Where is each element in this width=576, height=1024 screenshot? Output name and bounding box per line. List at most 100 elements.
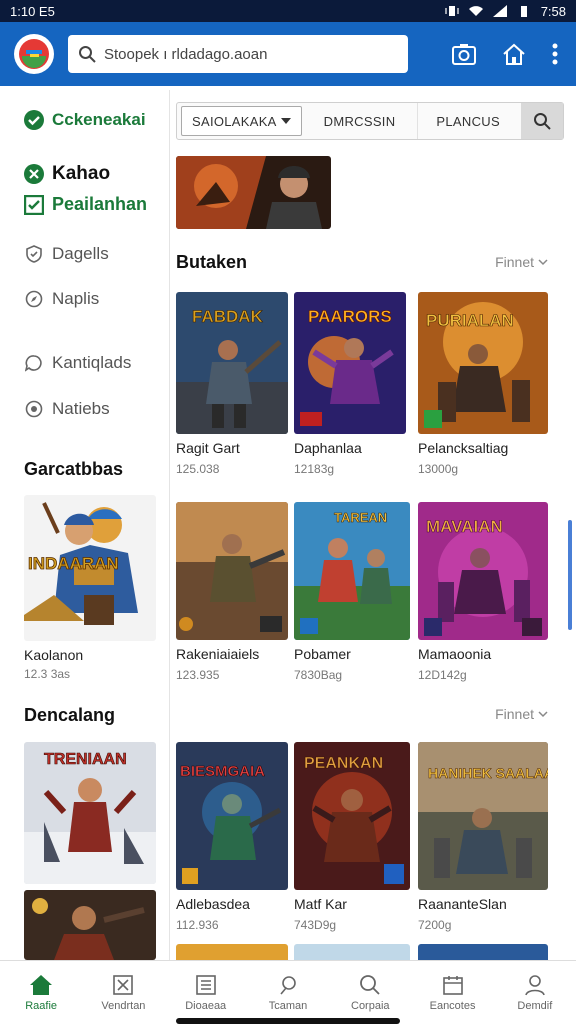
game-meta: 125.038 xyxy=(176,462,220,476)
game-card[interactable]: HANIHEK SAALAAN RaananteSlan 7200g xyxy=(418,742,548,932)
sidebar-game-card-2[interactable]: TRENIAAN xyxy=(24,742,156,884)
game-cover: INDAARAN xyxy=(24,495,156,641)
nav-tab-search[interactable]: Corpaia xyxy=(329,961,411,1024)
game-card[interactable]: PEANKAN Matf Kar 743D9g xyxy=(294,742,410,932)
sidebar-item-3[interactable]: Dagells xyxy=(24,244,109,264)
store-icon xyxy=(113,974,134,995)
game-meta: 13000g xyxy=(418,462,459,476)
game-art-title: FABDAK xyxy=(192,307,264,326)
nav-tab-home[interactable]: Raafie xyxy=(0,961,82,1024)
sidebar-item-label: Natiebs xyxy=(52,399,110,418)
game-cover: PURIALAN xyxy=(418,292,548,434)
game-meta: 123.935 xyxy=(176,668,220,682)
sidebar-item-6[interactable]: Natiebs xyxy=(24,399,110,419)
game-card[interactable]: PAARORS Daphanlaa 12183g xyxy=(294,292,406,476)
game-title: Pobamer xyxy=(294,646,351,662)
home-icon[interactable] xyxy=(502,43,526,65)
game-card[interactable]: PURIALAN Pelancksaltiag 13000g xyxy=(418,292,548,476)
game-meta: 12183g xyxy=(294,462,335,476)
nav-tab-calendar[interactable]: Eancotes xyxy=(411,961,493,1024)
sidebar-item-label: Peailanhan xyxy=(52,194,148,214)
gesture-bar xyxy=(176,1018,400,1024)
more-label: Finnet xyxy=(495,706,534,722)
sidebar-item-label: Cckeneakai xyxy=(52,110,146,129)
game-card[interactable]: MAVAIAN Mamaoonia 12D142g xyxy=(418,502,548,682)
nav-tab-profile[interactable]: Demdif xyxy=(494,961,576,1024)
game-meta: 7200g xyxy=(418,918,452,932)
game-cover: HANIHEK SAALAAN xyxy=(418,742,548,890)
sidebar: Cckeneakai Kahao Peailanhan Dagells Napl… xyxy=(0,90,170,960)
sidebar-game-card-3[interactable] xyxy=(24,890,156,960)
sidebar-game-card[interactable]: INDAARAN Kaolanon 12.3 3as xyxy=(24,495,156,681)
game-title: RaananteSlan xyxy=(418,896,507,912)
nav-tab-store[interactable]: Vendrtan xyxy=(82,961,164,1024)
game-art-title: TRENIAAN xyxy=(44,751,127,768)
game-card-partial[interactable] xyxy=(176,944,288,960)
game-card-partial[interactable] xyxy=(418,944,548,960)
nav-label: Raafie xyxy=(25,999,58,1012)
section-more-link[interactable]: Finnet xyxy=(495,254,548,270)
game-title: Matf Kar xyxy=(294,896,347,912)
game-card[interactable]: FABDAK Ragit Gart 125.038 xyxy=(176,292,288,476)
game-art-title: PURIALAN xyxy=(426,311,514,330)
filter-tab-2[interactable]: DMRCSSIN xyxy=(302,103,419,139)
nav-tab-map[interactable]: Tcaman xyxy=(247,961,329,1024)
game-card-partial[interactable] xyxy=(294,944,410,960)
section-more-link-2[interactable]: Finnet xyxy=(495,706,548,722)
nav-label: Corpaia xyxy=(351,999,390,1012)
game-art-title: TAREAN xyxy=(334,510,387,525)
game-title: Adlebasdea xyxy=(176,896,250,912)
app-logo[interactable] xyxy=(14,34,54,74)
search-icon xyxy=(79,46,96,63)
game-art-title: HANIHEK SAALAAN xyxy=(428,765,548,781)
shield-icon xyxy=(24,244,44,264)
filter-search-button[interactable] xyxy=(521,103,563,139)
search-input[interactable]: Stoopek ı rldadago.aoan xyxy=(104,46,267,63)
more-vertical-icon[interactable] xyxy=(552,43,558,65)
sidebar-item-label: Kantiqlads xyxy=(52,353,132,372)
camera-icon[interactable] xyxy=(452,43,476,65)
scrollbar[interactable] xyxy=(568,520,572,630)
nav-label: Tcaman xyxy=(268,999,308,1012)
profile-icon xyxy=(525,974,545,995)
battery-icon xyxy=(520,6,527,17)
game-art-title: PEANKAN xyxy=(304,755,383,772)
game-title: Daphanlaa xyxy=(294,440,362,456)
sidebar-item-label: Kahao xyxy=(52,163,111,184)
vibrate-icon xyxy=(445,6,459,16)
game-card[interactable]: Rakeniaiaiels 123.935 xyxy=(176,502,288,682)
home-icon xyxy=(30,974,53,995)
chevron-down-icon xyxy=(538,258,548,265)
nav-tab-library[interactable]: Dioaeaa xyxy=(165,961,247,1024)
filter-dropdown[interactable]: SAIOLAKAKA xyxy=(181,106,302,136)
search-bar[interactable]: Stoopek ı rldadago.aoan xyxy=(68,35,408,73)
nav-label: Vendrtan xyxy=(101,999,146,1012)
game-title: Pelancksaltiag xyxy=(418,440,509,456)
game-cover: TRENIAAN xyxy=(24,742,156,884)
main-content: SAIOLAKAKA DMRCSSIN PLANCUS Butaken Finn… xyxy=(170,90,576,960)
featured-banner[interactable] xyxy=(176,156,331,229)
sidebar-heading-2: Dencalang xyxy=(24,705,116,725)
game-card[interactable]: TAREAN Pobamer 7830Bag xyxy=(294,502,410,682)
sidebar-item-4[interactable]: Naplis xyxy=(24,289,99,309)
filter-label: SAIOLAKAKA xyxy=(192,113,277,129)
sidebar-item-2[interactable]: Peailanhan xyxy=(24,194,147,215)
game-cover: TAREAN xyxy=(294,502,410,640)
game-cover: FABDAK xyxy=(176,292,288,434)
filter-tab-3[interactable]: PLANCUS xyxy=(418,103,518,139)
app-header: Stoopek ı rldadago.aoan xyxy=(0,22,576,86)
chat-icon xyxy=(24,353,44,373)
game-cover xyxy=(176,502,288,640)
status-time: 1:10 E5 xyxy=(10,3,55,19)
game-title: Kaolanon xyxy=(24,647,84,663)
game-card[interactable]: BIESMGAIA Adlebasdea 112.936 xyxy=(176,742,288,932)
sidebar-item-1[interactable]: Kahao xyxy=(24,163,110,185)
search-icon xyxy=(360,974,380,995)
game-title: Ragit Gart xyxy=(176,440,240,456)
search-icon xyxy=(534,113,551,130)
sidebar-item-0[interactable]: Cckeneakai xyxy=(24,110,146,130)
calendar-icon xyxy=(442,975,463,995)
sidebar-item-label: Naplis xyxy=(52,289,100,308)
status-bar: 1:10 E5 7:58 xyxy=(0,0,576,22)
sidebar-item-5[interactable]: Kantiqlads xyxy=(24,353,131,373)
